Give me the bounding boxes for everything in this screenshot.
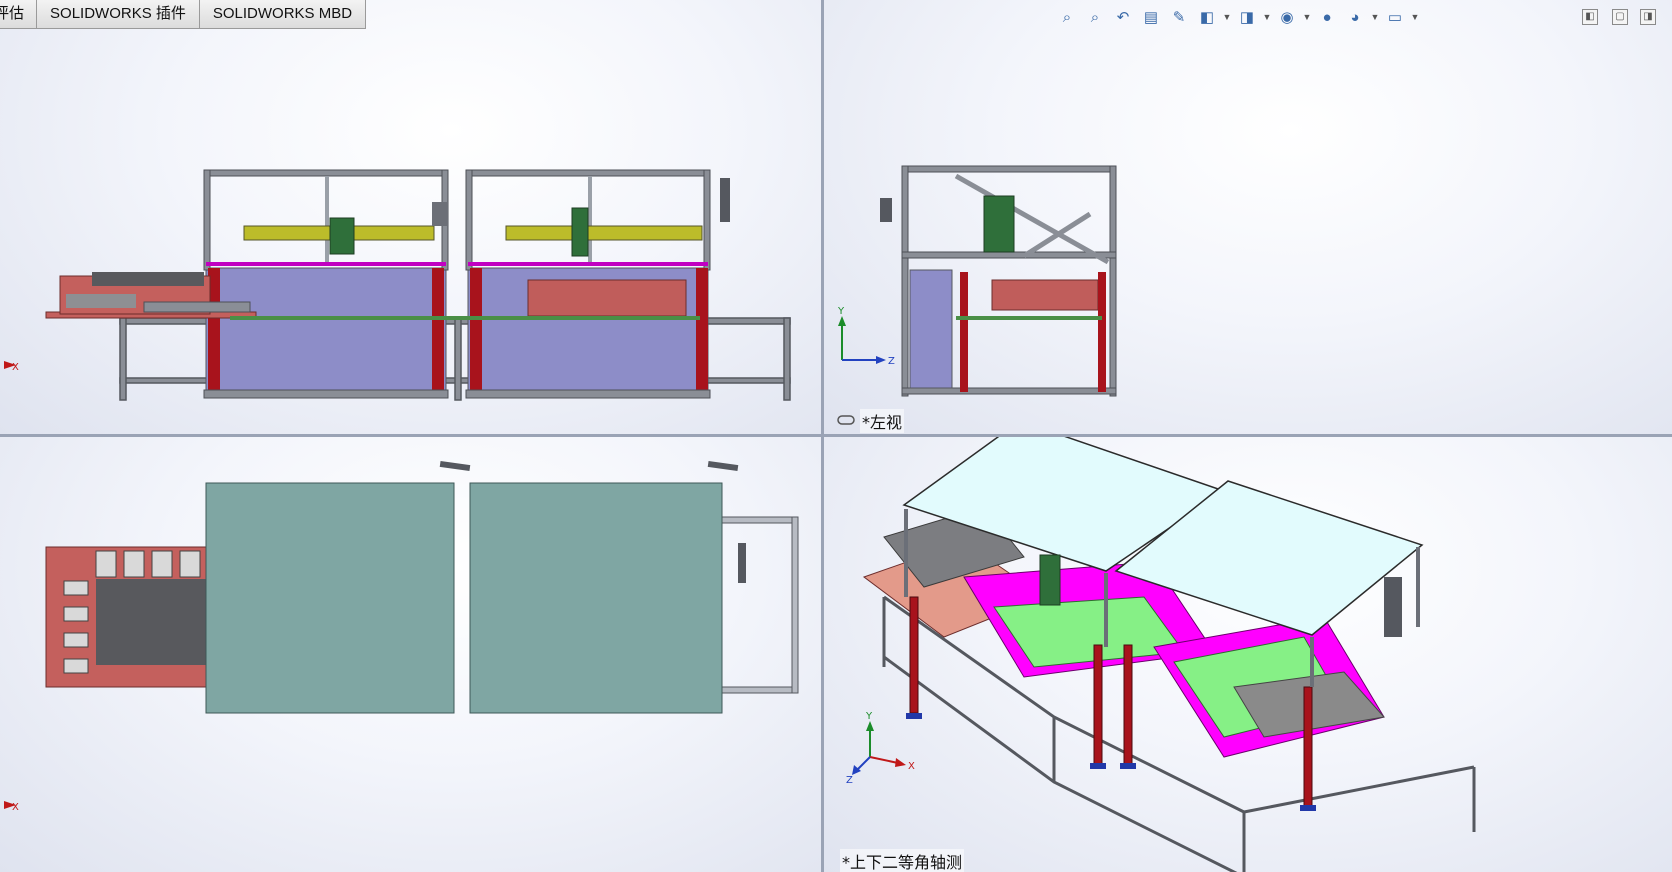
chevron-down-icon[interactable]: ▼ xyxy=(1410,12,1420,22)
zoom-to-area-icon[interactable]: ⌕ xyxy=(1082,5,1108,29)
collapse-panel-icon[interactable]: ◧ xyxy=(1582,9,1598,25)
axis-x-label: X xyxy=(12,362,19,373)
hide-show-items-icon[interactable]: ◉ xyxy=(1274,5,1300,29)
chevron-down-icon[interactable]: ▼ xyxy=(1222,12,1232,22)
viewport-top-view[interactable]: X xyxy=(0,437,821,872)
tab-solidworks-mbd[interactable]: SOLIDWORKS MBD xyxy=(199,0,367,29)
axis-z-label: Z xyxy=(888,356,895,367)
viewport-left-view[interactable]: Y Z *左视 ⌕ ⌕ ↶ ▤ ✎ ◧ ▼ ◨ ▼ ◉ ▼ ● ◕ ▼ ▭ ▼ … xyxy=(824,0,1672,434)
apply-scene-icon[interactable]: ◕ xyxy=(1342,5,1368,29)
display-style-icon[interactable]: ◨ xyxy=(1234,5,1260,29)
top-view-model: X xyxy=(4,460,799,813)
view-settings-icon[interactable]: ▭ xyxy=(1382,5,1408,29)
viewport-trimetric[interactable]: Y X Z *上下二等角轴测 xyxy=(824,437,1672,872)
left-module xyxy=(203,169,449,399)
view-name-label: *左视 xyxy=(860,409,905,433)
cover-right xyxy=(469,482,723,714)
cover-left xyxy=(205,482,455,714)
previous-view-icon[interactable]: ↶ xyxy=(1110,5,1136,29)
expand-panel-icon[interactable]: ◨ xyxy=(1640,9,1656,25)
tab-solidworks-addins[interactable]: SOLIDWORKS 插件 xyxy=(37,0,200,29)
link-icon xyxy=(837,415,855,425)
edit-appearance-icon[interactable]: ● xyxy=(1314,5,1340,29)
section-view-icon[interactable]: ▤ xyxy=(1138,5,1164,29)
trimetric-view-model: Y X Z xyxy=(846,437,1476,872)
left-view-model: Y Z xyxy=(837,165,1117,425)
right-module xyxy=(465,169,730,399)
command-manager-tabs: 评估 SOLIDWORKS 插件 SOLIDWORKS MBD xyxy=(0,0,367,29)
axis-x-label: X xyxy=(12,802,19,813)
tab-evaluate[interactable]: 评估 xyxy=(0,0,38,29)
axis-y-label: Y xyxy=(865,711,873,722)
viewport-splitter-horizontal[interactable] xyxy=(0,434,1672,437)
restore-panel-icon[interactable]: ▢ xyxy=(1612,9,1628,25)
viewport-front[interactable]: X xyxy=(0,0,821,434)
chevron-down-icon[interactable]: ▼ xyxy=(1370,12,1380,22)
front-view-model: X xyxy=(4,169,791,401)
axis-triad xyxy=(838,316,886,364)
view-name-label: *上下二等角轴测 xyxy=(840,849,965,872)
side-frame xyxy=(880,165,1117,397)
axis-triad xyxy=(852,721,906,775)
axis-x-label: X xyxy=(908,761,915,772)
heads-up-view-toolbar: ⌕ ⌕ ↶ ▤ ✎ ◧ ▼ ◨ ▼ ◉ ▼ ● ◕ ▼ ▭ ▼ xyxy=(1054,4,1420,30)
axis-z-label: Z xyxy=(846,775,853,786)
chevron-down-icon[interactable]: ▼ xyxy=(1302,12,1312,22)
view-orientation-icon[interactable]: ◧ xyxy=(1194,5,1220,29)
chevron-down-icon[interactable]: ▼ xyxy=(1262,12,1272,22)
feeder-unit-top xyxy=(45,546,207,688)
axis-y-label: Y xyxy=(837,306,845,317)
zoom-to-fit-icon[interactable]: ⌕ xyxy=(1054,5,1080,29)
dynamic-annotation-icon[interactable]: ✎ xyxy=(1166,5,1192,29)
